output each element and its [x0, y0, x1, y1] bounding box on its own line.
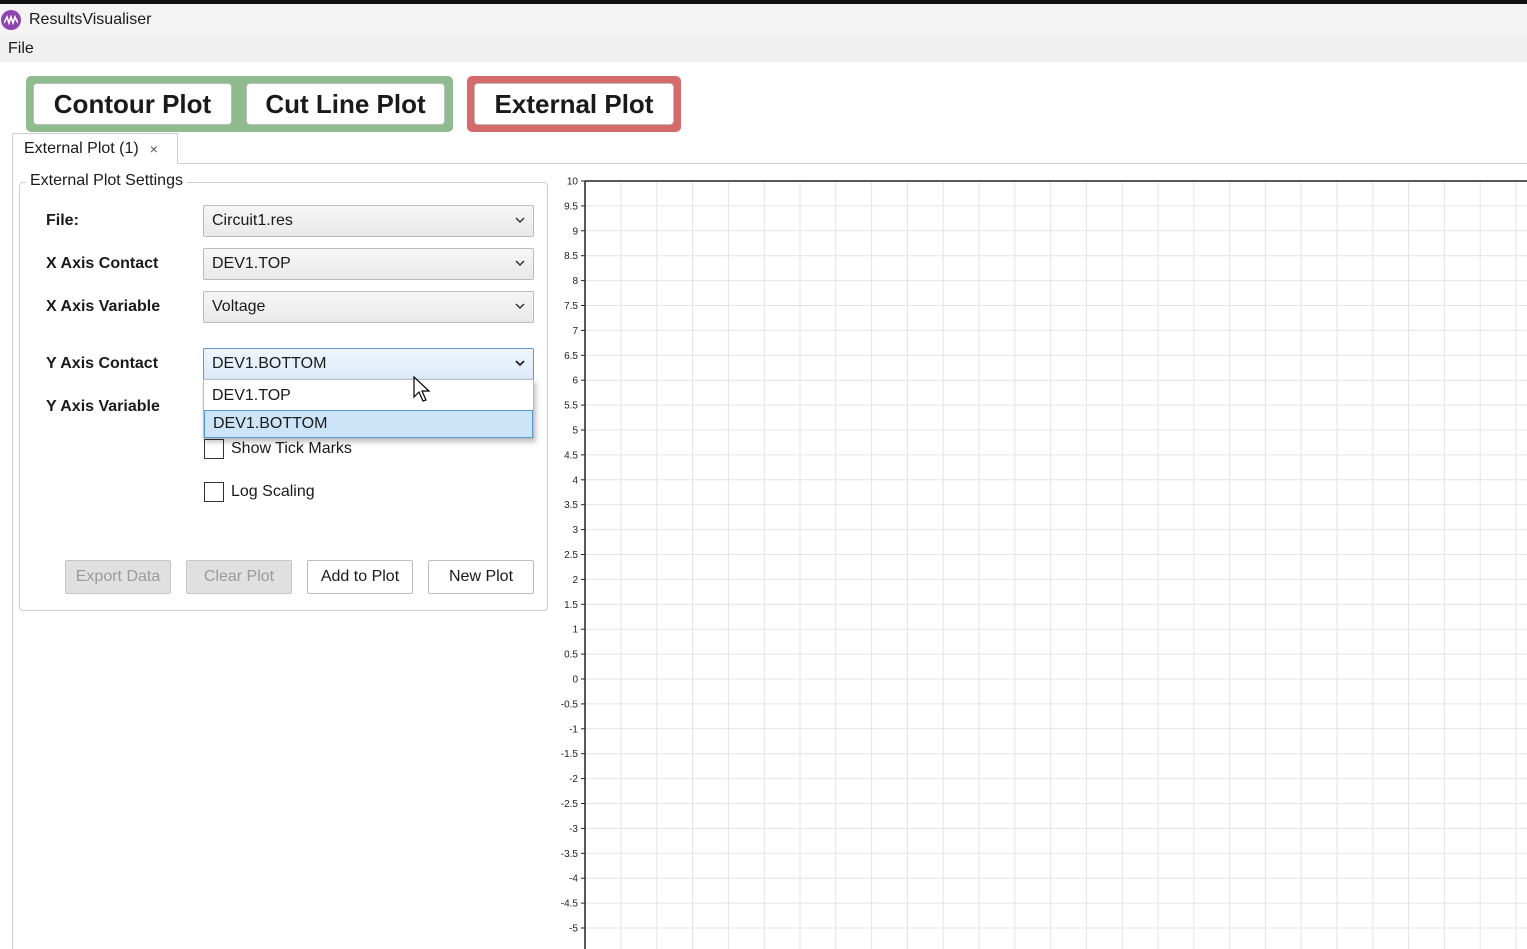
dropdown-option-dev1-bottom[interactable]: DEV1.BOTTOM [204, 410, 533, 438]
y-tick-label: 2.5 [564, 550, 578, 561]
plot-area[interactable]: 10 9.5 9 8.5 8 7.5 7 6.5 6 5.5 5 4.5 4 3.5 3 2.5 2 1.5 1 0.… [555, 170, 1527, 949]
y-tick-label: 5 [572, 426, 578, 437]
log-scaling-checkbox[interactable] [204, 482, 224, 502]
cut-line-plot-button[interactable]: Cut Line Plot [246, 83, 445, 125]
dropdown-option-dev1-top[interactable]: DEV1.TOP [204, 382, 533, 410]
plot-type-group: Contour Plot Cut Line Plot [26, 76, 453, 132]
menu-bar: File [0, 36, 1527, 62]
add-to-plot-button[interactable]: Add to Plot [307, 560, 413, 594]
y-tick-label: -1.5 [561, 749, 579, 760]
x-axis-variable-value: Voltage [212, 298, 266, 315]
x-axis-contact-label: X Axis Contact [46, 255, 159, 272]
y-axis-contact-dropdown: DEV1.TOP DEV1.BOTTOM [203, 379, 534, 439]
y-tick-label: -5 [569, 924, 578, 935]
y-tick-label: -3 [569, 824, 578, 835]
x-axis-variable-label: X Axis Variable [46, 298, 161, 315]
contour-plot-button[interactable]: Contour Plot [33, 83, 232, 125]
y-tick-label: 7.5 [564, 301, 578, 312]
y-tick-label: 5.5 [564, 401, 578, 412]
y-tick-label: 8 [572, 276, 578, 287]
mouse-cursor-icon [413, 376, 431, 402]
file-select-value: Circuit1.res [212, 212, 293, 229]
tab-strip-divider [12, 163, 1527, 164]
file-label: File: [46, 212, 79, 229]
x-axis-contact-value: DEV1.TOP [212, 255, 291, 272]
y-tick-label: -0.5 [561, 699, 579, 710]
settings-legend: External Plot Settings [26, 172, 187, 190]
show-tick-marks-checkbox[interactable] [204, 439, 224, 459]
clear-plot-button[interactable]: Clear Plot [186, 560, 292, 594]
log-scaling-label: Log Scaling [231, 483, 315, 500]
y-tick-label: 9 [572, 226, 578, 237]
new-plot-button[interactable]: New Plot [428, 560, 534, 594]
x-axis-contact-select[interactable]: DEV1.TOP [203, 248, 534, 280]
export-data-button[interactable]: Export Data [65, 560, 171, 594]
y-tick-label: 6 [572, 376, 578, 387]
y-tick-label: 4 [572, 475, 578, 486]
y-tick-label: 1.5 [564, 600, 578, 611]
external-plot-button[interactable]: External Plot [474, 83, 674, 125]
chevron-down-icon [515, 217, 525, 224]
y-tick-label: -4.5 [561, 899, 579, 910]
y-tick-label: 7 [572, 326, 578, 337]
y-tick-label: -2 [569, 774, 578, 785]
y-tick-label: 8.5 [564, 251, 578, 262]
title-bar: ResultsVisualiser [0, 4, 1527, 36]
y-tick-label: 3 [572, 525, 578, 536]
chevron-down-icon [515, 303, 525, 310]
y-tick-label: 4.5 [564, 450, 578, 461]
y-tick-label: 3.5 [564, 500, 578, 511]
y-tick-label: 0 [572, 675, 578, 686]
y-axis-variable-label: Y Axis Variable [46, 398, 160, 415]
tab-label: External Plot (1) [24, 139, 139, 157]
app-logo-icon [1, 10, 21, 30]
y-axis-contact-select[interactable]: DEV1.BOTTOM [203, 348, 534, 380]
y-tick-label: 9.5 [564, 201, 578, 212]
chevron-down-icon [515, 360, 525, 367]
y-tick-label: 2 [572, 575, 578, 586]
y-axis-contact-value: DEV1.BOTTOM [212, 355, 327, 372]
y-tick-label: 10 [567, 177, 579, 188]
file-select[interactable]: Circuit1.res [203, 205, 534, 237]
x-axis-variable-select[interactable]: Voltage [203, 291, 534, 323]
tab-external-plot-1[interactable]: External Plot (1) × [12, 133, 178, 164]
app-title: ResultsVisualiser [29, 11, 152, 28]
chevron-down-icon [515, 260, 525, 267]
menu-file[interactable]: File [8, 40, 34, 58]
plot-svg: 10 9.5 9 8.5 8 7.5 7 6.5 6 5.5 5 4.5 4 3.5 3 2.5 2 1.5 1 0.… [561, 177, 1527, 949]
y-axis-contact-label: Y Axis Contact [46, 355, 159, 372]
y-tick-label: -3.5 [561, 849, 579, 860]
close-icon[interactable]: × [150, 141, 158, 157]
y-tick-label: 1 [572, 625, 578, 636]
y-tick-label: -1 [569, 724, 578, 735]
y-tick-label: -2.5 [561, 799, 579, 810]
y-tick-label: -4 [569, 874, 578, 885]
y-tick-label: 0.5 [564, 650, 578, 661]
y-tick-label: 6.5 [564, 351, 578, 362]
external-plot-group: External Plot [467, 76, 681, 132]
show-tick-marks-label: Show Tick Marks [231, 440, 352, 457]
tab-content-border [12, 163, 13, 949]
